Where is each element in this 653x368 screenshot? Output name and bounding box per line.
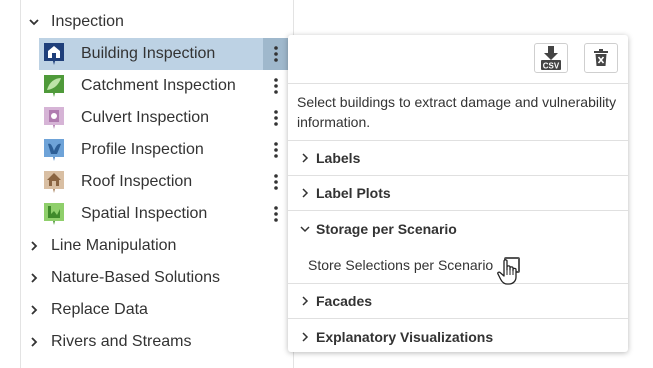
popup-toolbar: CSV [288, 35, 628, 84]
profile-inspection-icon [43, 138, 65, 162]
chevron-right-icon [300, 331, 310, 342]
tree-item-building-inspection[interactable]: Building Inspection [39, 38, 289, 70]
culvert-inspection-icon [43, 106, 65, 130]
section-label: Storage per Scenario [316, 220, 457, 237]
more-vertical-icon[interactable] [263, 38, 289, 70]
tree-item-spatial-inspection[interactable]: Spatial Inspection [39, 198, 289, 230]
chevron-down-icon[interactable] [27, 15, 41, 29]
tree-group-nature-based-solutions[interactable]: Nature-Based Solutions [27, 262, 299, 294]
tree-group-label: Line Manipulation [51, 237, 177, 254]
tree-item-catchment-inspection[interactable]: Catchment Inspection [39, 70, 289, 102]
section-label: Explanatory Visualizations [316, 328, 494, 345]
section-labels[interactable]: Labels [288, 141, 628, 176]
more-vertical-icon[interactable] [263, 102, 289, 134]
popup-description: Select buildings to extract damage and v… [288, 84, 628, 141]
chevron-right-icon[interactable] [27, 303, 41, 317]
building-inspection-icon [43, 42, 65, 66]
more-vertical-icon[interactable] [263, 70, 289, 102]
tree-item-label: Catchment Inspection [81, 77, 236, 94]
roof-inspection-icon [43, 170, 65, 194]
section-label: Labels [316, 150, 361, 166]
tree-group-label: Nature-Based Solutions [51, 269, 220, 286]
csv-download-icon: CSV [541, 46, 561, 71]
tree-group-replace-data[interactable]: Replace Data [27, 294, 299, 326]
tree-item-label: Culvert Inspection [81, 109, 210, 126]
chevron-right-icon[interactable] [27, 239, 41, 253]
chevron-right-icon[interactable] [27, 335, 41, 349]
tree-panel: Inspection Building Inspection Catchment… [20, 0, 294, 368]
store-selections-label: Store Selections per Scenario [308, 256, 494, 273]
tree-item-roof-inspection[interactable]: Roof Inspection [39, 166, 289, 198]
tree-group-label: Inspection [51, 13, 124, 30]
tree-item-label: Roof Inspection [81, 173, 193, 190]
tree-item-label: Spatial Inspection [81, 205, 208, 222]
tree-item-profile-inspection[interactable]: Profile Inspection [39, 134, 289, 166]
chevron-right-icon[interactable] [27, 271, 41, 285]
chevron-down-icon [300, 224, 310, 234]
section-label-plots[interactable]: Label Plots [288, 176, 628, 211]
tree-item-label: Profile Inspection [81, 141, 204, 158]
tree-item-culvert-inspection[interactable]: Culvert Inspection [39, 102, 289, 134]
csv-label: CSV [543, 62, 560, 71]
more-vertical-icon[interactable] [263, 166, 289, 198]
trash-icon [594, 49, 608, 66]
section-storage-per-scenario[interactable]: Storage per Scenario [288, 211, 628, 246]
section-label: Facades [316, 293, 373, 309]
export-csv-button[interactable]: CSV [534, 43, 568, 73]
building-inspection-popup: CSV Select buildings to extract damage a… [288, 35, 628, 352]
tree-group-label: Replace Data [51, 301, 148, 318]
tree-item-label: Building Inspection [81, 45, 216, 62]
chevron-right-icon [300, 153, 310, 163]
delete-button[interactable] [584, 43, 618, 73]
tree-group-rivers-and-streams[interactable]: Rivers and Streams [27, 326, 299, 358]
tree-group-label: Rivers and Streams [51, 333, 192, 350]
tree-group-line-manipulation[interactable]: Line Manipulation [27, 230, 299, 262]
more-vertical-icon[interactable] [263, 134, 289, 166]
section-label: Label Plots [316, 185, 391, 201]
spatial-inspection-icon [43, 202, 65, 226]
chevron-right-icon [300, 188, 310, 198]
section-explanatory-visualizations[interactable]: Explanatory Visualizations [288, 319, 628, 354]
tree-group-inspection[interactable]: Inspection [27, 6, 299, 38]
hand-pointer-cursor-icon [497, 259, 517, 285]
more-vertical-icon[interactable] [263, 198, 289, 230]
catchment-inspection-icon [43, 74, 65, 98]
section-facades[interactable]: Facades [288, 284, 628, 319]
chevron-right-icon [300, 296, 310, 306]
storage-option-row: Store Selections per Scenario [288, 246, 628, 285]
